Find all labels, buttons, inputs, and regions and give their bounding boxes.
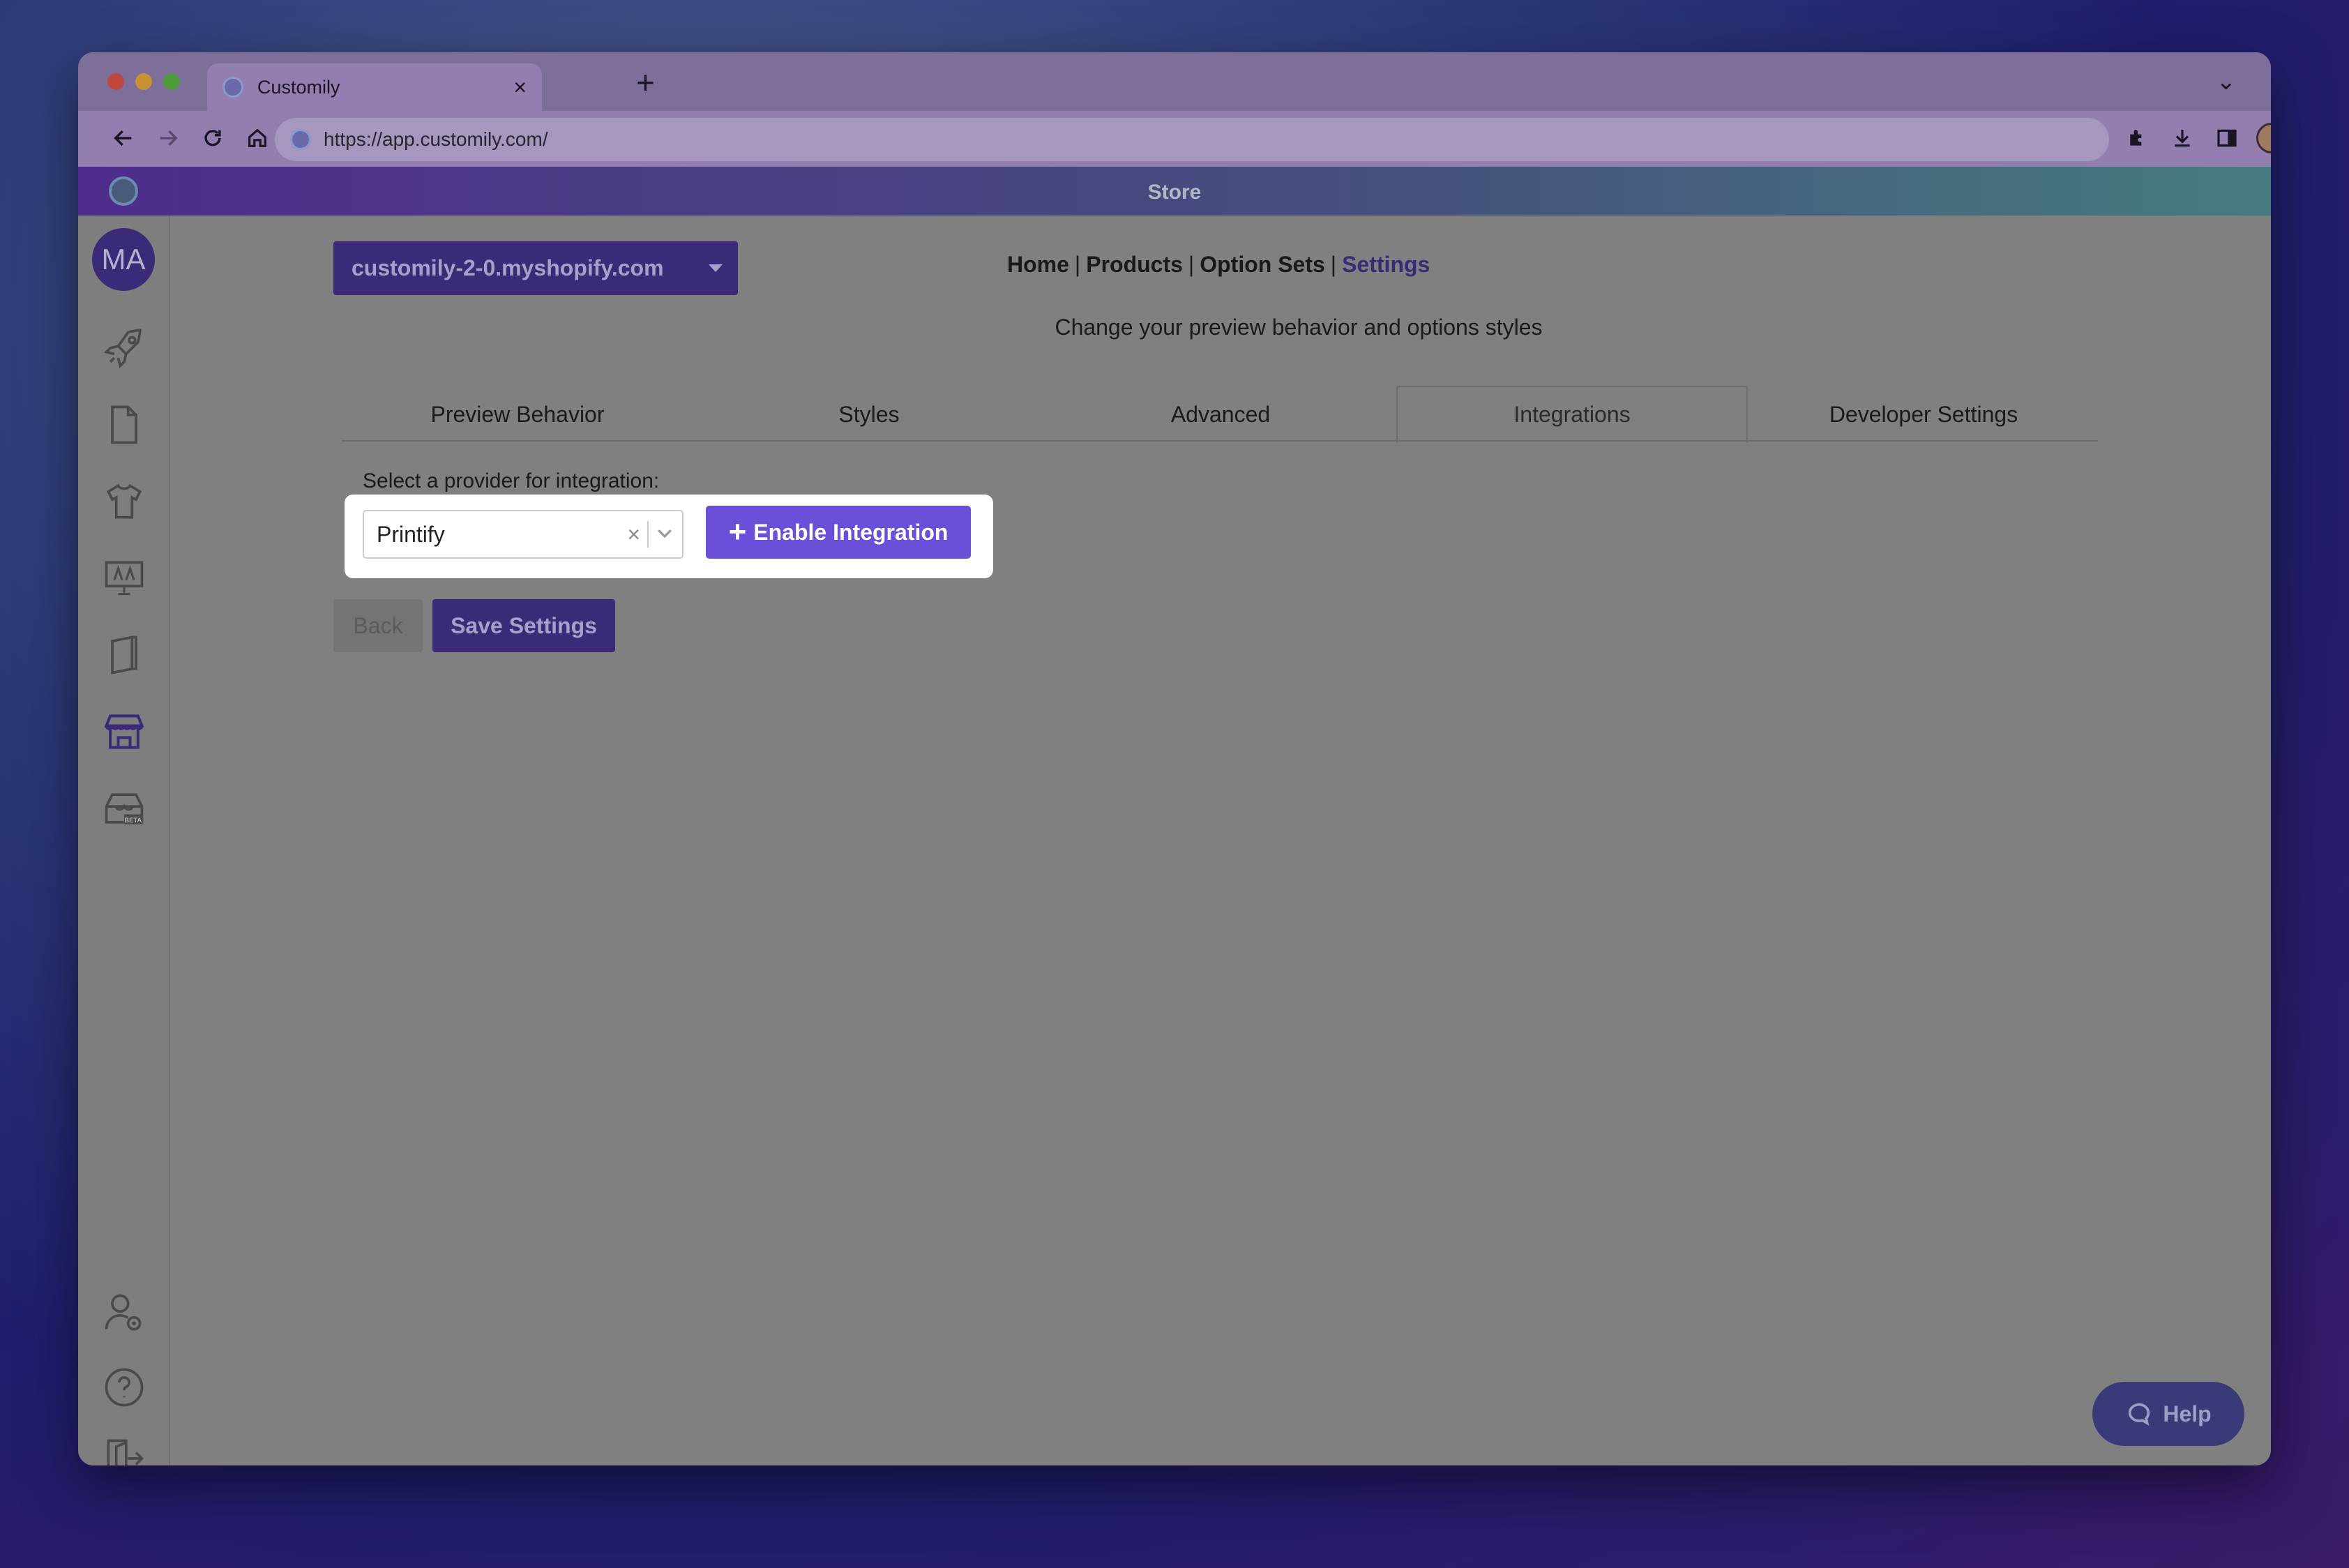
- rocket-icon[interactable]: [100, 324, 148, 372]
- tab-preview-behavior[interactable]: Preview Behavior: [342, 386, 693, 443]
- back-arrow-icon[interactable]: [106, 121, 141, 156]
- caret-down-icon: [709, 264, 723, 272]
- app-header: Store: [78, 167, 2271, 216]
- top-navigation: Home | Products | Option Sets | Settings: [1007, 252, 1430, 278]
- plus-icon: +: [728, 515, 747, 549]
- provider-select[interactable]: Printify ×: [363, 510, 683, 559]
- store-beta-icon[interactable]: BETA: [100, 785, 148, 832]
- store-selector[interactable]: customily-2-0.myshopify.com: [333, 241, 738, 295]
- avatar[interactable]: MA: [92, 228, 155, 291]
- tshirt-icon[interactable]: [100, 478, 148, 525]
- tab-developer-settings[interactable]: Developer Settings: [1748, 386, 2099, 443]
- browser-tab-strip: Customily × + ⌄: [78, 52, 2271, 111]
- help-button[interactable]: Help: [2092, 1382, 2244, 1446]
- close-window-button[interactable]: [107, 73, 124, 90]
- page-subtitle: Change your preview behavior and options…: [1055, 315, 1543, 340]
- store-icon[interactable]: [100, 708, 148, 755]
- profile-avatar-icon[interactable]: [2254, 121, 2271, 156]
- store-selector-value: customily-2-0.myshopify.com: [352, 255, 664, 280]
- browser-tab[interactable]: Customily ×: [207, 63, 542, 111]
- tab-title: Customily: [257, 76, 340, 98]
- new-tab-button[interactable]: +: [636, 66, 655, 98]
- book-icon[interactable]: [100, 631, 148, 679]
- nav-separator: |: [1188, 252, 1195, 277]
- browser-toolbar: https://app.customily.com/: [78, 111, 2271, 167]
- provider-label: Select a provider for integration:: [363, 469, 660, 492]
- home-icon[interactable]: [240, 121, 275, 156]
- side-panel-icon[interactable]: [2210, 121, 2244, 156]
- chat-bubble-icon: [2129, 1403, 2150, 1426]
- sidebar: MA BETA: [78, 216, 170, 1465]
- customily-favicon-icon: [222, 77, 243, 98]
- settings-tabs: Preview Behavior Styles Advanced Integra…: [342, 386, 2099, 443]
- nav-link-settings[interactable]: Settings: [1342, 252, 1430, 277]
- browser-window: Customily × + ⌄ https://app.customily.co…: [78, 52, 2271, 1465]
- help-circle-icon[interactable]: [100, 1364, 148, 1411]
- enable-integration-label: Enable Integration: [753, 519, 949, 545]
- user-settings-icon[interactable]: [100, 1290, 148, 1337]
- tab-integrations[interactable]: Integrations: [1396, 386, 1748, 443]
- address-url: https://app.customily.com/: [324, 128, 548, 150]
- help-label: Help: [2163, 1401, 2212, 1426]
- enable-integration-button[interactable]: + Enable Integration: [706, 506, 971, 559]
- beta-badge: BETA: [125, 817, 142, 824]
- document-icon[interactable]: [100, 401, 148, 448]
- monitor-icon[interactable]: [100, 555, 148, 602]
- provider-select-value: Printify: [377, 521, 445, 547]
- address-bar[interactable]: https://app.customily.com/: [275, 118, 2109, 161]
- extensions-puzzle-icon[interactable]: [2120, 121, 2155, 156]
- select-divider: [647, 521, 649, 548]
- tab-close-icon[interactable]: ×: [513, 76, 527, 98]
- tab-search-icon[interactable]: ⌄: [2216, 68, 2237, 96]
- nav-link-home[interactable]: Home: [1007, 252, 1069, 277]
- back-button[interactable]: Back: [333, 599, 423, 652]
- download-icon[interactable]: [2165, 121, 2200, 156]
- clear-icon[interactable]: ×: [627, 522, 640, 548]
- tab-styles[interactable]: Styles: [693, 386, 1045, 443]
- nav-link-option-sets[interactable]: Option Sets: [1200, 252, 1325, 277]
- logout-icon[interactable]: [100, 1435, 148, 1465]
- nav-link-products[interactable]: Products: [1086, 252, 1183, 277]
- site-info-icon[interactable]: [290, 129, 311, 150]
- nav-separator: |: [1330, 252, 1337, 277]
- reload-icon[interactable]: [195, 121, 230, 156]
- minimize-window-button[interactable]: [135, 73, 152, 90]
- chevron-down-icon[interactable]: [654, 522, 675, 547]
- forward-arrow-icon[interactable]: [151, 121, 186, 156]
- nav-separator: |: [1074, 252, 1081, 277]
- save-settings-button[interactable]: Save Settings: [432, 599, 615, 652]
- maximize-window-button[interactable]: [163, 73, 180, 90]
- app-header-title: Store: [1147, 181, 1202, 204]
- tab-advanced[interactable]: Advanced: [1045, 386, 1396, 443]
